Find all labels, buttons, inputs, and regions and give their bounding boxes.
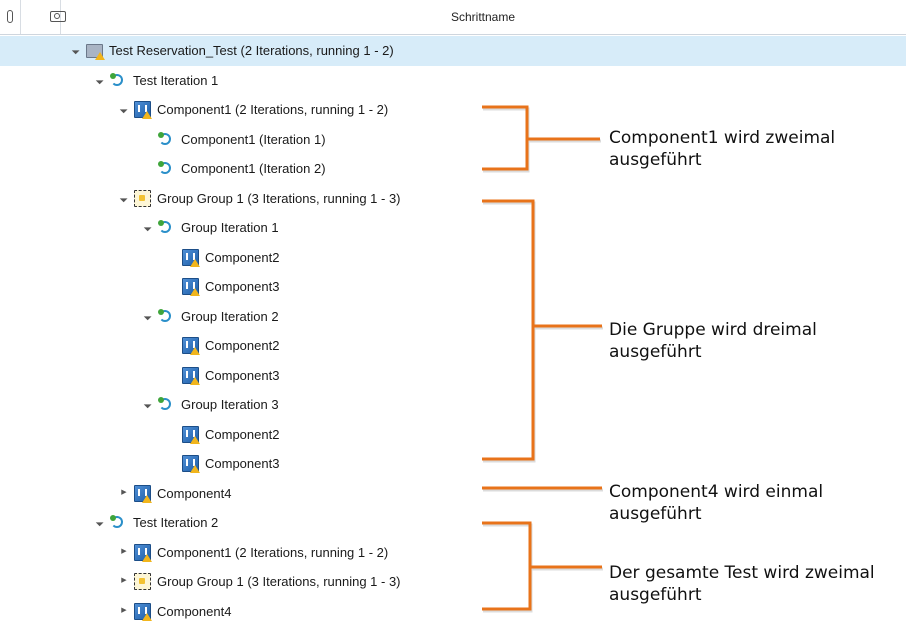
component-icon <box>182 366 200 385</box>
expand-arrow-icon[interactable]: ▶ <box>119 547 129 557</box>
tree-row-label: Group Group 1 (3 Iterations, running 1 -… <box>157 574 401 589</box>
annotation-group: Die Gruppe wird dreimal ausgeführt <box>609 320 817 362</box>
collapse-arrow-icon[interactable]: ◢ <box>94 516 105 527</box>
iteration-icon <box>158 131 173 147</box>
tree-row[interactable]: Component2 <box>0 420 906 450</box>
expand-arrow-icon[interactable]: ▶ <box>119 576 129 586</box>
tree-row-label: Component3 <box>205 279 280 294</box>
group-icon <box>134 189 151 207</box>
tree-row-label: Component2 <box>205 426 280 442</box>
component-icon <box>134 484 152 503</box>
tree-row[interactable]: ◢ Test Iteration 1 <box>0 66 906 96</box>
tree-row-label: Component1 (2 Iterations, running 1 - 2) <box>157 102 389 117</box>
tree-row-label: Group Iteration 1 <box>181 220 279 235</box>
tree-row[interactable]: ◢ Group Iteration 3 <box>0 390 906 420</box>
annotation-component4: Component4 wird einmal ausgeführt <box>609 482 824 524</box>
iteration-icon <box>110 72 125 88</box>
tree-row[interactable]: Component3 <box>0 272 906 302</box>
tree-row-label: Group Iteration 3 <box>181 397 279 412</box>
component-icon <box>182 425 200 444</box>
iteration-icon <box>158 220 173 235</box>
screenshot-column-header[interactable] <box>20 0 66 34</box>
annotation-component1: Component1 wird zweimal ausgeführt <box>609 128 836 170</box>
tree-row-label: Group Group 1 (3 Iterations, running 1 -… <box>157 190 401 206</box>
collapse-arrow-icon[interactable]: ◢ <box>70 44 81 55</box>
attachment-column-header[interactable] <box>0 0 21 34</box>
tree-row-label: Group Iteration 2 <box>181 308 279 324</box>
collapse-arrow-icon[interactable]: ◢ <box>118 103 129 114</box>
collapse-arrow-icon[interactable]: ◢ <box>142 398 153 409</box>
expand-arrow-icon[interactable]: ▶ <box>119 488 129 498</box>
collapse-arrow-icon[interactable]: ◢ <box>94 74 105 85</box>
iteration-icon <box>158 161 173 176</box>
tree-row-label: Test Iteration 2 <box>133 515 219 530</box>
iteration-icon <box>158 397 173 412</box>
tree-row[interactable]: Component2 <box>0 243 906 273</box>
tree-row-label: Component4 <box>157 485 232 501</box>
component-icon <box>182 278 200 296</box>
tree-row-label: Component1 (Iteration 1) <box>181 131 326 147</box>
iteration-icon <box>158 308 173 324</box>
tree-row-label: Component2 <box>205 338 280 353</box>
tree-row-label: Test Iteration 1 <box>133 72 219 88</box>
column-header: Schrittname <box>0 0 906 35</box>
tree-row[interactable]: ◢ Group Group 1 (3 Iterations, running 1 … <box>0 184 906 214</box>
iteration-icon <box>110 515 125 530</box>
tree-row-label: Component1 (2 Iterations, running 1 - 2) <box>157 544 389 560</box>
test-folder-icon <box>86 44 105 60</box>
tree-row-label: Component2 <box>205 249 280 265</box>
tree-row[interactable]: Component3 <box>0 361 906 391</box>
tree-row[interactable]: ◢ Test Reservation_Test (2 Iterations, ru… <box>0 36 906 66</box>
expand-arrow-icon[interactable]: ▶ <box>119 606 129 616</box>
tree-row-label: Component1 (Iteration 2) <box>181 161 326 176</box>
component-icon <box>182 337 200 355</box>
tree-row-label: Component3 <box>205 367 280 383</box>
component-icon <box>182 455 200 473</box>
annotation-test: Der gesamte Test wird zweimal ausgeführt <box>609 563 875 605</box>
component-icon <box>182 248 200 267</box>
tree-row[interactable]: Component3 <box>0 449 906 479</box>
collapse-arrow-icon[interactable]: ◢ <box>118 192 129 203</box>
tree-row[interactable]: ◢ Component1 (2 Iterations, running 1 - 2… <box>0 95 906 125</box>
tree-row-label: Component3 <box>205 456 280 471</box>
component-icon <box>134 602 152 621</box>
tree-row-label: Test Reservation_Test (2 Iterations, run… <box>109 43 394 58</box>
collapse-arrow-icon[interactable]: ◢ <box>142 310 153 321</box>
step-name-column-header[interactable]: Schrittname <box>60 0 906 34</box>
component-icon <box>134 101 152 119</box>
collapse-arrow-icon[interactable]: ◢ <box>142 221 153 232</box>
tree-row-label: Component4 <box>157 603 232 619</box>
component-icon <box>134 543 152 562</box>
tree-row[interactable]: ◢ Group Iteration 1 <box>0 213 906 243</box>
paperclip-icon <box>7 10 13 23</box>
group-icon <box>134 573 151 590</box>
